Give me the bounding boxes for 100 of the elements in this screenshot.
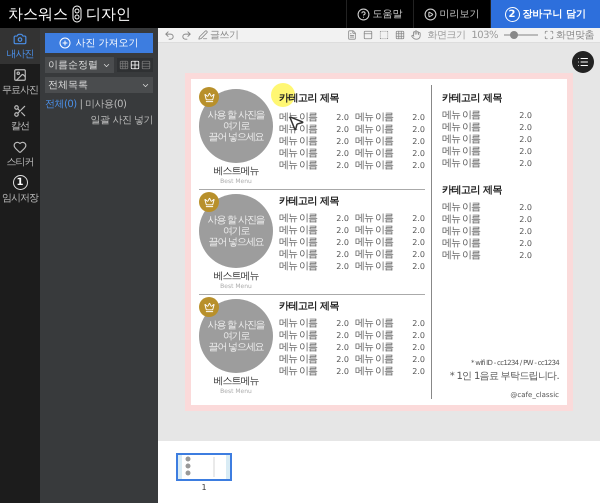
category-title: 카테고리 제목 xyxy=(442,184,503,197)
menu-item-name: 메뉴 이름 xyxy=(355,342,394,353)
menu-item-name: 메뉴 이름 xyxy=(442,250,482,261)
page-thumbnail[interactable] xyxy=(176,453,232,481)
crown-badge xyxy=(199,87,219,107)
menu-button[interactable] xyxy=(572,51,594,73)
logo-icon xyxy=(72,5,82,23)
menu-item-name: 메뉴 이름 xyxy=(279,342,318,353)
add-to-cart-button[interactable]: 2 장바구니 담기 xyxy=(490,0,600,28)
grid-tool-button[interactable] xyxy=(395,30,406,40)
menu-item-price: 2.0 xyxy=(411,261,425,272)
slider-thumb[interactable] xyxy=(510,31,518,39)
photo-hint: 여기로 xyxy=(222,330,250,342)
frame-tool-button[interactable] xyxy=(379,30,390,40)
category-title: 카테고리 제목 xyxy=(279,195,340,208)
sidebar-item[interactable]: 칼선 xyxy=(0,100,40,136)
menu-item-name: 메뉴 이름 xyxy=(442,202,482,213)
menu-item-name: 메뉴 이름 xyxy=(355,213,394,224)
menu-item-price: 2.0 xyxy=(335,366,349,377)
menu-item-price: 2.0 xyxy=(411,330,425,341)
filter-dropdown[interactable]: 전체목록 xyxy=(45,77,153,93)
photo-hint: 여기로 xyxy=(222,120,250,132)
menu-item-name: 메뉴 이름 xyxy=(279,160,318,171)
photo-hint: 끌어 넣으세요 xyxy=(208,236,264,248)
play-icon xyxy=(424,8,437,20)
menu-item-price: 2.0 xyxy=(335,330,349,341)
image-icon xyxy=(13,68,27,82)
brand-name: 차스워스 xyxy=(8,4,68,24)
menu-item-name: 메뉴 이름 xyxy=(442,122,482,133)
menu-item-name: 메뉴 이름 xyxy=(279,330,318,341)
menu-item-price: 2.0 xyxy=(335,136,349,147)
menu-item-price: 2.0 xyxy=(518,214,532,225)
menu-item-price: 2.0 xyxy=(411,354,425,365)
menu-item-price: 2.0 xyxy=(518,238,532,249)
menu-item-price: 2.0 xyxy=(335,213,349,224)
menu-item-price: 2.0 xyxy=(518,202,532,213)
menu-item-name: 메뉴 이름 xyxy=(442,146,482,157)
menu-item-name: 메뉴 이름 xyxy=(355,136,394,147)
page-tool-button[interactable] xyxy=(347,30,358,40)
best-menu-title: 베스트메뉴 xyxy=(214,375,258,388)
menu-item-price: 2.0 xyxy=(335,124,349,135)
menu-item-price: 2.0 xyxy=(411,366,425,377)
write-text-button[interactable]: 글쓰기 xyxy=(198,28,238,42)
menu-item-name: 메뉴 이름 xyxy=(279,354,318,365)
fit-screen-icon xyxy=(544,30,554,40)
crown-badge xyxy=(199,192,219,212)
menu-item-name: 메뉴 이름 xyxy=(442,226,482,237)
photo-hint: 사용 할 사진을 xyxy=(208,110,264,120)
menu-item-name: 메뉴 이름 xyxy=(355,366,394,377)
menu-item-name: 메뉴 이름 xyxy=(279,148,318,159)
filter-tab[interactable]: | 미사용(0) xyxy=(80,97,126,111)
sort-dropdown[interactable]: 이름순정렬 xyxy=(45,57,114,73)
fit-screen-button[interactable]: 화면맞춤 xyxy=(544,28,594,42)
menu-item-price: 2.0 xyxy=(411,225,425,236)
menu-item-price: 2.0 xyxy=(335,342,349,353)
menu-item-price: 2.0 xyxy=(518,122,532,133)
menu-item-price: 2.0 xyxy=(518,250,532,261)
menu-item-name: 메뉴 이름 xyxy=(355,124,394,135)
menu-item-name: 메뉴 이름 xyxy=(355,354,394,365)
view-toggle[interactable] xyxy=(141,60,151,70)
redo-button[interactable] xyxy=(181,30,192,40)
filter-tab[interactable]: 전체(0) xyxy=(45,97,77,111)
menu-item-price: 2.0 xyxy=(518,110,532,121)
photo-hint: 끌어 넣으세요 xyxy=(208,342,264,352)
menu-item-name: 메뉴 이름 xyxy=(279,261,318,272)
undo-button[interactable] xyxy=(164,30,175,40)
menu-item-price: 2.0 xyxy=(411,136,425,147)
sidebar-item[interactable]: 내사진 xyxy=(0,28,40,64)
menu-item-name: 메뉴 이름 xyxy=(279,249,318,260)
menu-item-price: 2.0 xyxy=(411,124,425,135)
menu-item-price: 2.0 xyxy=(335,354,349,365)
menu-item-price: 2.0 xyxy=(335,160,349,171)
photo-hint: 끌어 넣으세요 xyxy=(208,132,264,142)
menu-item-price: 2.0 xyxy=(518,146,532,157)
best-menu-title: 베스트메뉴 xyxy=(214,270,258,283)
menu-item-price: 2.0 xyxy=(411,213,425,224)
menu-item-name: 메뉴 이름 xyxy=(442,158,482,169)
view-toggle[interactable] xyxy=(119,60,129,70)
menu-item-price: 2.0 xyxy=(335,261,349,272)
menu-item-name: 메뉴 이름 xyxy=(279,136,318,147)
menu-item-price: 2.0 xyxy=(518,158,532,169)
bulk-insert-link[interactable]: 일괄 사진 넣기 xyxy=(90,113,153,127)
label-tool-button[interactable] xyxy=(363,30,374,40)
photo-hint: 사용 할 사진을 xyxy=(208,320,264,330)
menu-item-name: 메뉴 이름 xyxy=(442,110,482,121)
best-menu-title: 베스트메뉴 xyxy=(214,165,258,178)
sidebar-item[interactable]: 스티커 xyxy=(0,136,40,172)
crown-badge xyxy=(199,297,219,317)
menu-item-name: 메뉴 이름 xyxy=(279,213,318,224)
sidebar-item[interactable]: 무료사진 xyxy=(0,64,40,100)
hand-tool-button[interactable] xyxy=(411,30,422,40)
menu-item-name: 메뉴 이름 xyxy=(355,330,394,341)
menu-item-price: 2.0 xyxy=(411,160,425,171)
pen-icon xyxy=(198,30,208,40)
photo-hint: 여기로 xyxy=(222,226,250,236)
import-photo-button[interactable]: 사진 가져오기 xyxy=(45,33,153,53)
sidebar-item[interactable]: 1 임시저장 xyxy=(0,172,40,208)
menu-item-price: 2.0 xyxy=(411,148,425,159)
menu-item-name: 메뉴 이름 xyxy=(279,366,318,377)
menu-item-price: 2.0 xyxy=(411,112,425,123)
